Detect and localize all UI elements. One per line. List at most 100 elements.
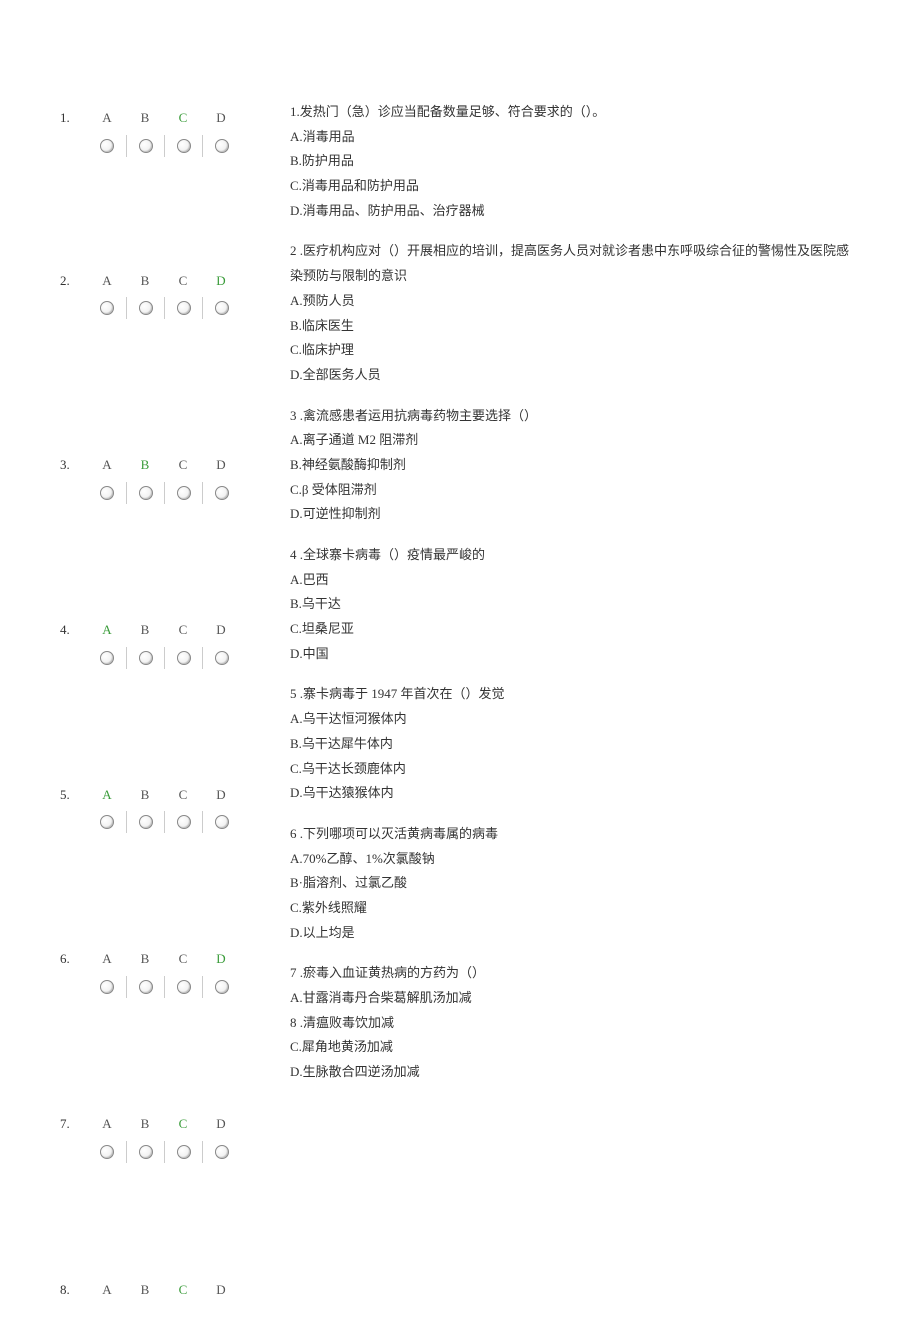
radio-option-A[interactable]	[88, 811, 126, 833]
question-stem: 6 .下列哪项可以灭活黄病毒属的病毒	[290, 822, 860, 847]
answer-letter-D: D	[202, 269, 240, 294]
question-option: B.防护用品	[290, 149, 860, 174]
radio-icon	[139, 651, 153, 665]
answer-number: 5.	[60, 783, 88, 808]
answer-block-8: 8.ABCD	[60, 1278, 260, 1303]
radio-option-D[interactable]	[202, 482, 240, 504]
radio-option-D[interactable]	[202, 297, 240, 319]
answer-letter-C: C	[164, 106, 202, 131]
answer-letter-B: B	[126, 269, 164, 294]
answer-letter-A: A	[88, 783, 126, 808]
radio-icon	[100, 301, 114, 315]
answer-letter-B: B	[126, 106, 164, 131]
answer-letter-D: D	[202, 947, 240, 972]
radio-option-D[interactable]	[202, 647, 240, 669]
question-option: A.离子通道 M2 阻滞剂	[290, 428, 860, 453]
answer-letter-D: D	[202, 783, 240, 808]
radio-option-B[interactable]	[126, 297, 164, 319]
radio-icon	[215, 980, 229, 994]
radio-option-D[interactable]	[202, 1141, 240, 1163]
radio-option-C[interactable]	[164, 135, 202, 157]
radio-option-B[interactable]	[126, 976, 164, 998]
radio-icon	[139, 815, 153, 829]
radio-icon	[177, 486, 191, 500]
radio-option-C[interactable]	[164, 647, 202, 669]
radio-icon	[177, 980, 191, 994]
radio-option-B[interactable]	[126, 647, 164, 669]
answer-block-5: 5.ABCD	[60, 783, 260, 834]
answer-letter-C: C	[164, 1112, 202, 1137]
answer-block-3: 3.ABCD	[60, 453, 260, 504]
question-stem: 3 .禽流感患者运用抗病毒药物主要选择（）	[290, 404, 860, 429]
question-option: D.乌干达猿猴体内	[290, 781, 860, 806]
radio-option-B[interactable]	[126, 135, 164, 157]
radio-icon	[139, 1145, 153, 1159]
answer-block-2: 2.ABCD	[60, 269, 260, 320]
answer-number: 4.	[60, 618, 88, 643]
radio-option-D[interactable]	[202, 811, 240, 833]
radio-icon	[139, 139, 153, 153]
answer-letter-B: B	[126, 1112, 164, 1137]
radio-option-C[interactable]	[164, 297, 202, 319]
question-stem: 1.发热门（急）诊应当配备数量足够、符合要求的（）。	[290, 100, 860, 125]
answer-block-6: 6.ABCD	[60, 947, 260, 998]
question-option: C.犀角地黄汤加减	[290, 1035, 860, 1060]
radio-option-B[interactable]	[126, 811, 164, 833]
question-option: D.全部医务人员	[290, 363, 860, 388]
radio-option-C[interactable]	[164, 482, 202, 504]
question-option: C.坦桑尼亚	[290, 617, 860, 642]
radio-option-A[interactable]	[88, 976, 126, 998]
radio-icon	[100, 980, 114, 994]
answer-letter-A: A	[88, 106, 126, 131]
answer-number: 7.	[60, 1112, 88, 1137]
radio-icon	[139, 486, 153, 500]
question-option: A.70%乙醇、1%次氯酸钠	[290, 847, 860, 872]
radio-option-A[interactable]	[88, 647, 126, 669]
radio-option-B[interactable]	[126, 482, 164, 504]
answer-letter-B: B	[126, 947, 164, 972]
questions-column: 1.发热门（急）诊应当配备数量足够、符合要求的（）。A.消毒用品B.防护用品C.…	[290, 100, 860, 1303]
question-stem: 7 .瘀毒入血证黄热病的方药为（）	[290, 961, 860, 986]
question-option: D.以上均是	[290, 921, 860, 946]
answer-letter-D: D	[202, 1112, 240, 1137]
answer-letter-B: B	[126, 618, 164, 643]
question-option: A.预防人员	[290, 289, 860, 314]
radio-option-A[interactable]	[88, 482, 126, 504]
answer-block-4: 4.ABCD	[60, 618, 260, 669]
radio-option-C[interactable]	[164, 811, 202, 833]
answer-block-7: 7.ABCD	[60, 1112, 260, 1163]
radio-option-D[interactable]	[202, 976, 240, 998]
question-option: D.可逆性抑制剂	[290, 502, 860, 527]
answer-number: 8.	[60, 1278, 88, 1303]
answer-letter-A: A	[88, 947, 126, 972]
answer-letter-B: B	[126, 783, 164, 808]
answer-letter-D: D	[202, 618, 240, 643]
answer-number: 6.	[60, 947, 88, 972]
answer-block-1: 1.ABCD	[60, 106, 260, 157]
question-option: B.乌干达犀牛体内	[290, 732, 860, 757]
question-block-5: 5 .寨卡病毒于 1947 年首次在（）发觉A.乌干达恒河猴体内B.乌干达犀牛体…	[290, 682, 860, 805]
radio-icon	[177, 1145, 191, 1159]
question-option: D.生脉散合四逆汤加减	[290, 1060, 860, 1085]
radio-icon	[177, 651, 191, 665]
radio-option-C[interactable]	[164, 1141, 202, 1163]
question-stem: 2 .医疗机构应对（）开展相应的培训，提高医务人员对就诊者患中东呼吸综合征的警惕…	[290, 239, 860, 288]
answer-number: 3.	[60, 453, 88, 478]
answer-letter-A: A	[88, 269, 126, 294]
radio-icon	[177, 139, 191, 153]
question-option: B.乌干达	[290, 592, 860, 617]
radio-option-A[interactable]	[88, 297, 126, 319]
question-option: B.神经氨酸酶抑制剂	[290, 453, 860, 478]
question-option: C.紫外线照耀	[290, 896, 860, 921]
answers-column: 1.ABCD2.ABCD3.ABCD4.ABCD5.ABCD6.ABCD7.AB…	[60, 100, 260, 1303]
question-block-6: 6 .下列哪项可以灭活黄病毒属的病毒A.70%乙醇、1%次氯酸钠B·脂溶剂、过氯…	[290, 822, 860, 945]
radio-option-A[interactable]	[88, 135, 126, 157]
radio-option-B[interactable]	[126, 1141, 164, 1163]
question-option: 8 .清瘟败毒饮加减	[290, 1011, 860, 1036]
radio-option-D[interactable]	[202, 135, 240, 157]
question-option: C.β 受体阻滞剂	[290, 478, 860, 503]
radio-option-C[interactable]	[164, 976, 202, 998]
radio-option-A[interactable]	[88, 1141, 126, 1163]
answer-letter-A: A	[88, 453, 126, 478]
question-option: C.消毒用品和防护用品	[290, 174, 860, 199]
